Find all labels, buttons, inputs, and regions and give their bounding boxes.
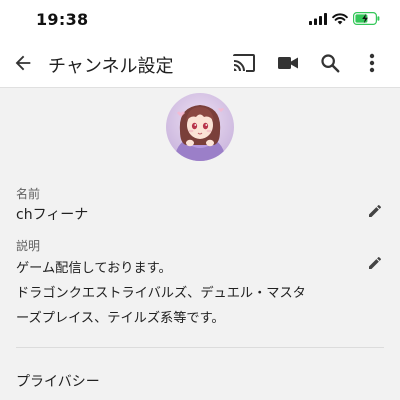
description-line: ドラゴンクエストライバルズ、デュエル・マスタ (16, 286, 306, 301)
status-bar: 19:38 (0, 0, 400, 42)
more-vert-icon (369, 53, 375, 77)
app-bar: チャンネル設定 (0, 42, 400, 88)
description-label: 説明 (16, 239, 41, 253)
back-button[interactable] (8, 50, 38, 80)
more-options-button[interactable] (358, 51, 386, 79)
battery-charging-icon (353, 12, 380, 25)
channel-avatar[interactable] (166, 93, 234, 161)
privacy-section-title[interactable]: プライバシー (16, 371, 100, 391)
edit-description-button[interactable] (364, 254, 386, 276)
status-time: 19:38 (36, 10, 89, 29)
create-video-button[interactable] (274, 51, 302, 79)
name-value: chフィーナ (16, 207, 89, 223)
channel-settings-screen: 19:38 チャンネル設定 名前 chフィーナ 説明 ゲーム配信しております。 … (0, 0, 400, 400)
video-camera-icon (277, 55, 299, 75)
status-icons (309, 12, 380, 25)
search-button[interactable] (316, 51, 344, 79)
cast-button[interactable] (230, 51, 258, 79)
pencil-icon (367, 255, 383, 275)
description-line: ーズプレイス、テイルズ系等です。 (16, 311, 225, 326)
name-label: 名前 (16, 187, 41, 201)
wifi-icon (332, 12, 348, 25)
cast-icon (232, 52, 256, 78)
pencil-icon (367, 203, 383, 223)
description-line: ゲーム配信しております。 (16, 261, 172, 276)
section-divider (16, 347, 384, 348)
search-icon (319, 52, 341, 78)
signal-icon (309, 12, 327, 25)
page-title: チャンネル設定 (48, 56, 174, 77)
back-arrow-icon (12, 52, 34, 78)
edit-name-button[interactable] (364, 202, 386, 224)
